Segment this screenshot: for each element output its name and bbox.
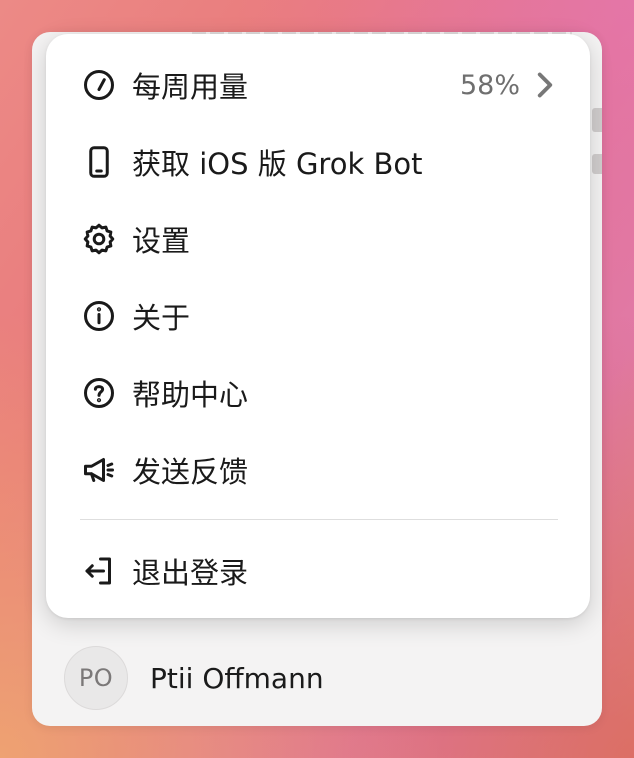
menu-divider xyxy=(80,519,558,520)
menu-item-about[interactable]: 关于 xyxy=(80,292,556,340)
menu-item-send-feedback[interactable]: 发送反馈 xyxy=(80,446,556,494)
menu-item-label: 退出登录 xyxy=(132,556,249,590)
menu-item-get-ios-app[interactable]: 获取 iOS 版 Grok Bot xyxy=(80,138,556,186)
chevron-right-icon xyxy=(534,70,556,100)
menu-item-help-center[interactable]: 帮助中心 xyxy=(80,369,556,417)
megaphone-icon xyxy=(80,451,118,489)
gauge-icon xyxy=(80,66,118,104)
logout-icon xyxy=(80,552,118,590)
account-button[interactable]: PO Ptii Offmann xyxy=(64,646,324,710)
account-menu: 每周用量 58% 获取 iOS 版 Grok Bot 设置 关于 帮助中心 发送… xyxy=(46,34,590,618)
menu-item-label: 帮助中心 xyxy=(132,378,249,412)
phone-icon xyxy=(80,143,118,181)
menu-item-label: 每周用量 xyxy=(132,70,249,104)
info-icon xyxy=(80,297,118,335)
avatar: PO xyxy=(64,646,128,710)
menu-item-settings[interactable]: 设置 xyxy=(80,215,556,263)
menu-item-label: 关于 xyxy=(132,301,191,335)
gear-icon xyxy=(80,220,118,258)
user-name: Ptii Offmann xyxy=(150,661,324,695)
background-fragment xyxy=(592,154,602,174)
usage-percent: 58% xyxy=(459,69,520,101)
menu-item-logout[interactable]: 退出登录 xyxy=(80,547,556,595)
help-icon xyxy=(80,374,118,412)
menu-item-label: 获取 iOS 版 Grok Bot xyxy=(132,147,423,181)
avatar-initials: PO xyxy=(78,664,114,692)
background-fragment xyxy=(592,108,602,132)
menu-item-label: 设置 xyxy=(132,224,191,258)
menu-item-weekly-usage[interactable]: 每周用量 58% xyxy=(80,61,556,109)
menu-item-label: 发送反馈 xyxy=(132,455,249,489)
